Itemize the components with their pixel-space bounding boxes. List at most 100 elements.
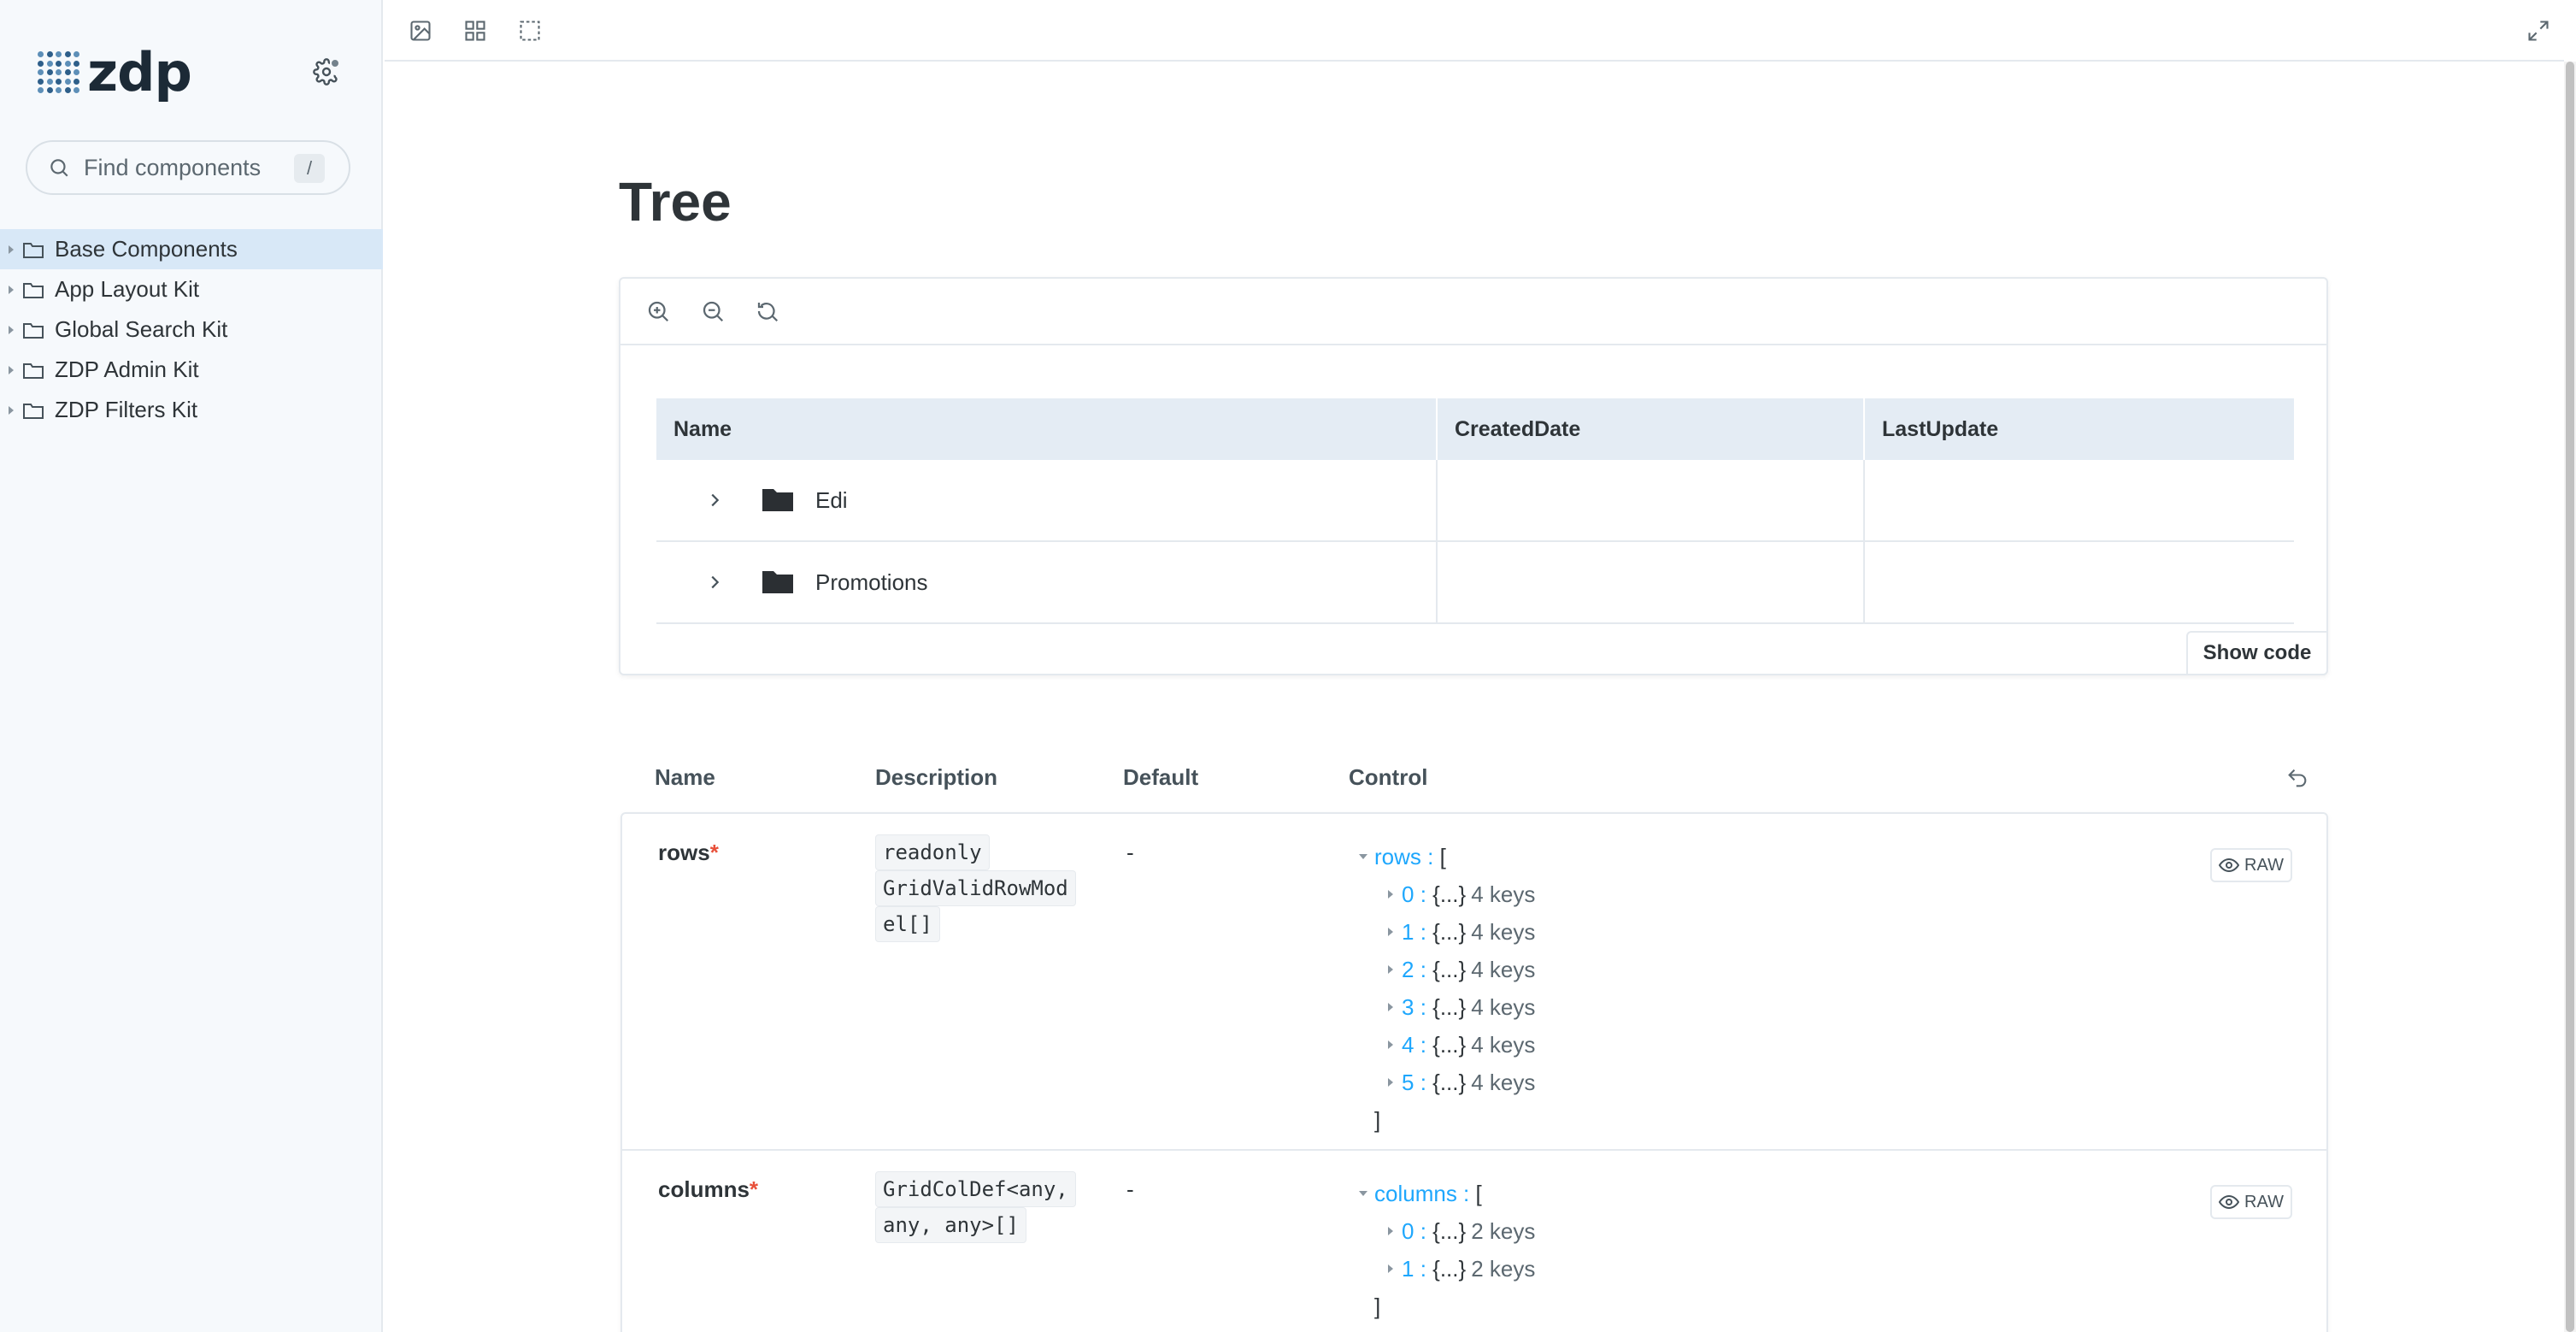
arg-name: columns* (658, 1176, 758, 1203)
canvas-toolbar (385, 0, 2564, 62)
expand-icon (1388, 1078, 1393, 1087)
tree-item-base-components[interactable]: Base Components (0, 229, 383, 269)
raw-toggle-button[interactable]: RAW (2210, 848, 2292, 882)
json-entry[interactable]: 1 : {...} 4 keys (1388, 913, 1535, 951)
arg-default: - (1126, 1176, 1134, 1202)
reset-zoom-button[interactable] (750, 294, 785, 328)
eye-icon (2219, 1194, 2240, 1210)
tree-item-label: App Layout Kit (55, 276, 200, 302)
json-entry[interactable]: 1 : {...} 2 keys (1388, 1250, 1535, 1288)
caret-right-icon (9, 285, 14, 294)
tree-item-label: Base Components (55, 236, 238, 262)
json-entry[interactable]: 3 : {...} 4 keys (1388, 988, 1535, 1026)
json-summary: {...} (1432, 881, 1467, 907)
search-field[interactable]: / (26, 140, 350, 195)
json-summary: {...} (1432, 1032, 1467, 1058)
json-entry[interactable]: 0 : {...} 2 keys (1388, 1212, 1535, 1250)
json-colon: : (1414, 881, 1433, 907)
cell-created-date (1438, 460, 1865, 540)
tree-item-label: ZDP Admin Kit (55, 357, 199, 382)
fullscreen-icon (2528, 21, 2549, 41)
json-index: 4 (1402, 1032, 1414, 1058)
json-count: 4 keys (1471, 957, 1536, 982)
folder-icon (22, 240, 44, 259)
story-preview: Name CreatedDate LastUpdate Edi Promotio… (619, 277, 2328, 675)
image-background-button[interactable] (403, 14, 438, 48)
json-entry[interactable]: 0 : {...} 4 keys (1388, 875, 1535, 913)
required-mark: * (709, 840, 719, 865)
tree-item-global-search-kit[interactable]: Global Search Kit (0, 309, 383, 350)
chevron-right-icon (711, 493, 720, 507)
args-header-default: Default (1123, 764, 1199, 790)
logo-mark-icon (38, 51, 80, 94)
scrollbar[interactable] (2564, 62, 2576, 1332)
cell-name: Promotions (656, 542, 1438, 622)
json-count: 4 keys (1471, 881, 1536, 907)
json-root[interactable]: columns : [ (1359, 1175, 1535, 1212)
json-entry[interactable]: 4 : {...} 4 keys (1388, 1026, 1535, 1064)
json-colon: : (1414, 1070, 1433, 1095)
reset-controls-button[interactable] (2279, 759, 2316, 797)
json-summary: {...} (1432, 1070, 1467, 1095)
arg-name: rows* (658, 840, 719, 866)
tree-item-app-layout-kit[interactable]: App Layout Kit (0, 269, 383, 309)
json-colon: : (1414, 1032, 1433, 1058)
table-row: Promotions (656, 542, 2294, 624)
arg-type-line: el[] (875, 906, 940, 942)
column-header-name[interactable]: Name (656, 398, 1438, 460)
json-summary: {...} (1432, 1256, 1467, 1282)
json-root[interactable]: rows : [ (1359, 838, 1535, 875)
scrollbar-thumb[interactable] (2566, 62, 2574, 1332)
tree-item-zdp-filters-kit[interactable]: ZDP Filters Kit (0, 390, 383, 430)
json-colon: : (1414, 919, 1433, 945)
zoom-out-button[interactable] (696, 294, 730, 328)
json-colon: : (1414, 994, 1433, 1020)
search-input[interactable] (84, 154, 297, 181)
json-key: columns (1374, 1181, 1457, 1206)
zoom-in-button[interactable] (641, 294, 675, 328)
expand-icon (1388, 1003, 1393, 1011)
tree-item-label: ZDP Filters Kit (55, 397, 198, 422)
show-code-button[interactable]: Show code (2186, 631, 2328, 675)
args-header-description: Description (875, 764, 998, 790)
folder-icon (22, 280, 44, 299)
tree-item-zdp-admin-kit[interactable]: ZDP Admin Kit (0, 350, 383, 390)
reset-zoom-icon (757, 303, 779, 322)
grid-toggle-button[interactable] (458, 14, 492, 48)
expand-icon (1388, 965, 1393, 974)
caret-right-icon (9, 245, 14, 254)
raw-toggle-button[interactable]: RAW (2210, 1185, 2292, 1219)
args-table-body: rows* readonly GridValidRowMod el[] - ro… (620, 812, 2328, 1332)
brand-logo[interactable]: zdp (38, 43, 192, 103)
collapse-icon (1359, 854, 1367, 859)
column-header-last-update[interactable]: LastUpdate (1865, 398, 2294, 460)
collapse-icon (1359, 1191, 1367, 1196)
json-index: 0 (1402, 1218, 1414, 1244)
expand-row-button[interactable] (697, 483, 732, 517)
fullscreen-button[interactable] (2521, 14, 2555, 48)
settings-button[interactable] (309, 55, 344, 89)
json-entry[interactable]: 5 : {...} 4 keys (1388, 1064, 1535, 1101)
json-count: 4 keys (1471, 919, 1536, 945)
folder-icon (22, 401, 44, 420)
expand-icon (1388, 1227, 1393, 1235)
json-entry[interactable]: 2 : {...} 4 keys (1388, 951, 1535, 988)
arg-name-label: rows (658, 840, 710, 865)
raw-label: RAW (2244, 855, 2284, 875)
raw-label: RAW (2244, 1192, 2284, 1211)
json-close-bracket: ] (1374, 1107, 1381, 1133)
folder-icon (22, 361, 44, 380)
caret-right-icon (9, 325, 14, 334)
expand-icon (1388, 1264, 1393, 1273)
column-header-created-date[interactable]: CreatedDate (1438, 398, 1865, 460)
zoom-in-icon (648, 301, 669, 322)
args-header-name: Name (655, 764, 715, 790)
json-colon: : (1414, 1256, 1433, 1282)
page-title: Tree (619, 171, 732, 233)
json-colon: : (1414, 1218, 1433, 1244)
cell-last-update (1865, 542, 2294, 622)
outline-toggle-button[interactable] (513, 14, 547, 48)
cell-created-date (1438, 542, 1865, 622)
folder-filled-icon (761, 569, 795, 596)
expand-row-button[interactable] (697, 565, 732, 599)
